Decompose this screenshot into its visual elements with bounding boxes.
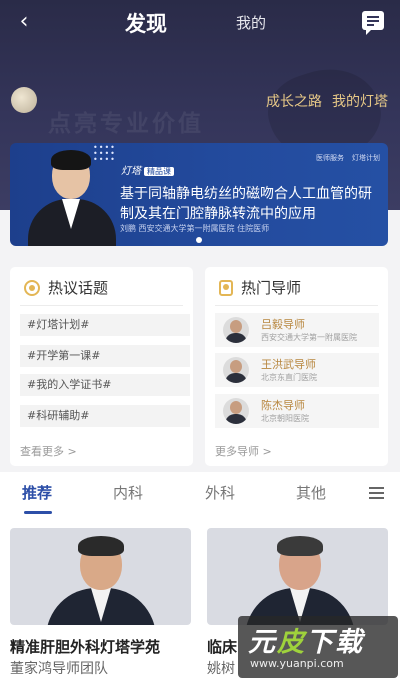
mentor-item[interactable]: 王洪武导师 北京东直门医院 bbox=[215, 353, 379, 387]
watermark-url: www.yuanpi.com bbox=[250, 657, 344, 670]
partner-logo: 医师服务 bbox=[316, 154, 344, 162]
back-icon[interactable]: ‹ bbox=[10, 8, 38, 36]
avatar bbox=[223, 398, 249, 424]
active-tab-indicator bbox=[24, 511, 52, 514]
topic-tag[interactable]: #开学第一课# bbox=[20, 345, 190, 367]
course-team: 董家鸿导师团队 bbox=[10, 661, 108, 677]
hot-mentors-title: 热门导师 bbox=[241, 279, 302, 297]
mentor-hospital: 西安交通大学第一附属医院 bbox=[261, 333, 357, 342]
category-tabs: 推荐 内科 外科 其他 bbox=[0, 472, 400, 522]
course-team: 姚树 bbox=[207, 661, 235, 677]
top-nav: ‹ 发现 我的 bbox=[0, 0, 400, 48]
my-lighthouse-link[interactable]: 我的灯塔 bbox=[332, 91, 388, 111]
divider bbox=[215, 305, 378, 306]
topic-tag[interactable]: #科研辅助# bbox=[20, 405, 190, 427]
course-title[interactable]: 临床 bbox=[207, 636, 237, 657]
dot-pattern-icon: •••• •••• •••• bbox=[93, 143, 116, 164]
course-banner[interactable]: •••• •••• •••• 灯塔 精品课 医师服务 灯塔计划 基于同轴静电纺丝的磁吻… bbox=[10, 143, 388, 246]
more-mentors-link[interactable]: 更多导师 > bbox=[215, 443, 272, 459]
premium-course-badge: 灯塔 精品课 bbox=[121, 162, 174, 177]
mentor-name: 王洪武导师 bbox=[261, 358, 316, 371]
topic-tag[interactable]: #我的入学证书# bbox=[20, 374, 190, 396]
tab-surgery[interactable]: 外科 bbox=[205, 482, 235, 503]
banner-author: 刘鹏 西安交通大学第一附属医院 住院医师 bbox=[120, 224, 270, 233]
growth-path-link[interactable]: 成长之路 bbox=[266, 91, 322, 111]
course-thumbnail[interactable] bbox=[10, 528, 191, 625]
message-icon[interactable] bbox=[362, 11, 384, 35]
hot-topics-header: 热议话题 bbox=[24, 277, 108, 298]
avatar bbox=[223, 317, 249, 343]
tab-discover[interactable]: 发现 bbox=[125, 8, 167, 38]
moon-icon bbox=[11, 87, 37, 113]
tab-internal-medicine[interactable]: 内科 bbox=[113, 482, 143, 503]
divider bbox=[20, 305, 183, 306]
tab-recommended[interactable]: 推荐 bbox=[22, 482, 52, 503]
mentor-hospital: 北京朝阳医院 bbox=[261, 414, 309, 423]
menu-icon[interactable] bbox=[369, 487, 384, 502]
mentor-item[interactable]: 陈杰导师 北京朝阳医院 bbox=[215, 394, 379, 428]
site-watermark: 元皮下载 www.yuanpi.com bbox=[238, 616, 398, 678]
hot-mentors-header: 热门导师 bbox=[219, 277, 301, 298]
tab-other[interactable]: 其他 bbox=[296, 482, 326, 503]
watermark-logo: 元皮下载 bbox=[248, 627, 364, 658]
carousel-indicator[interactable] bbox=[196, 237, 202, 243]
tab-mine[interactable]: 我的 bbox=[236, 12, 266, 33]
hot-mentors-card: 热门导师 吕毅导师 西安交通大学第一附属医院 王洪武导师 北京东直门医院 陈杰导… bbox=[205, 267, 388, 466]
mentor-hospital: 北京东直门医院 bbox=[261, 373, 317, 382]
course-title[interactable]: 精准肝胆外科灯塔学苑 bbox=[10, 636, 160, 657]
mentor-name: 陈杰导师 bbox=[261, 399, 305, 412]
topic-icon bbox=[24, 279, 40, 296]
mentor-name: 吕毅导师 bbox=[261, 318, 305, 331]
banner-title: 基于同轴静电纺丝的磁吻合人工血管的研制及其在门腔静脉转流中的应用 bbox=[120, 186, 372, 222]
view-more-topics-link[interactable]: 查看更多 > bbox=[20, 443, 77, 459]
hero-slogan: 点亮专业价值 bbox=[48, 111, 204, 137]
course-thumbnail[interactable] bbox=[207, 528, 388, 625]
mentor-icon bbox=[219, 279, 233, 296]
topic-tag[interactable]: #灯塔计划# bbox=[20, 314, 190, 336]
hero-links: 成长之路 我的灯塔 bbox=[266, 91, 388, 111]
partner-logo: 灯塔计划 bbox=[352, 154, 380, 162]
hot-topics-title: 热议话题 bbox=[48, 279, 109, 297]
hot-topics-card: 热议话题 #灯塔计划# #开学第一课# #我的入学证书# #科研辅助# 查看更多… bbox=[10, 267, 193, 466]
avatar bbox=[223, 357, 249, 383]
mentor-item[interactable]: 吕毅导师 西安交通大学第一附属医院 bbox=[215, 313, 379, 347]
partner-logos: 医师服务 灯塔计划 bbox=[316, 153, 380, 163]
